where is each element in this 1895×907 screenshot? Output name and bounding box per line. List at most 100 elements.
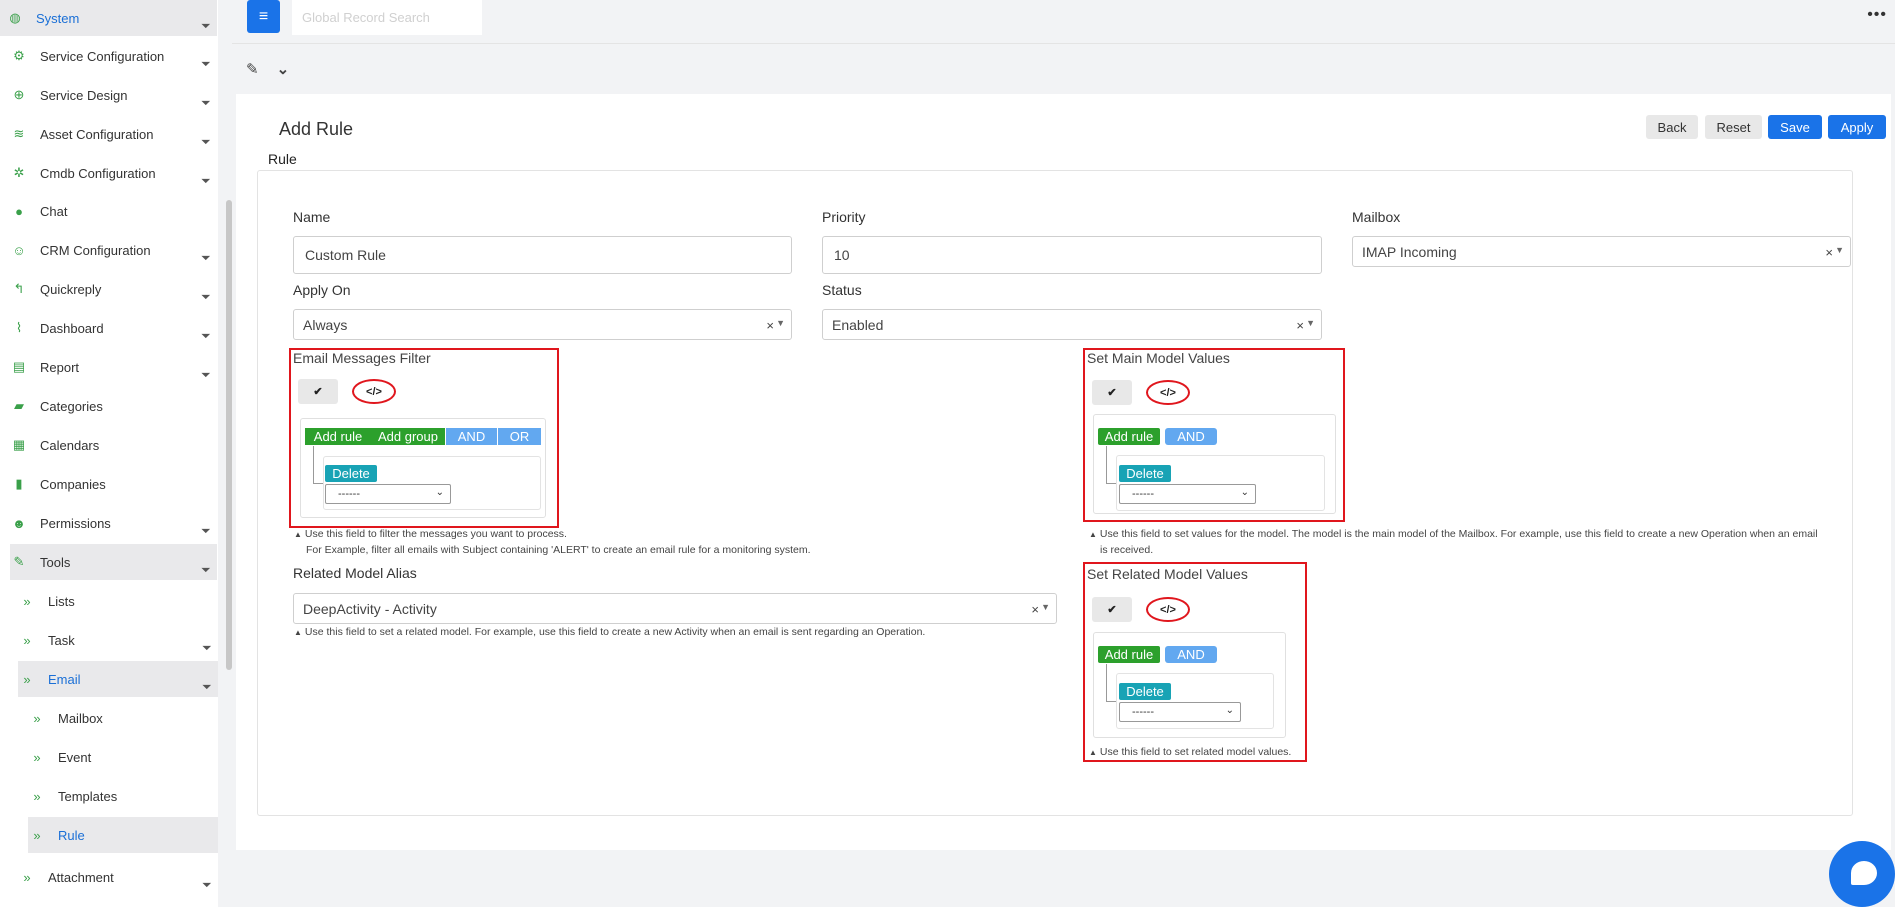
field-select[interactable]: ------ ⌄ <box>325 484 451 504</box>
top-bar: ≡ ••• <box>232 0 1895 44</box>
angle-double-right-icon: » <box>23 593 31 609</box>
code-view-button[interactable]: </> <box>352 379 396 404</box>
expand-triangle-icon: ◢ <box>200 18 212 29</box>
chevron-down-icon: ⌄ <box>1225 705 1234 716</box>
global-search-input[interactable] <box>292 0 482 35</box>
more-options-icon[interactable]: ••• <box>1867 6 1887 24</box>
sidebar-item-label: Email <box>48 671 81 687</box>
clear-icon[interactable]: × <box>1296 318 1304 333</box>
angle-double-right-icon: » <box>33 749 41 765</box>
sidebar-item-email[interactable]: » Email ◢ <box>18 661 218 697</box>
delete-rule-button[interactable]: Delete <box>1119 683 1171 700</box>
expand-triangle-icon: ◢ <box>200 289 212 300</box>
field-select-value: ------ <box>1132 488 1154 500</box>
clear-icon[interactable]: × <box>766 318 774 333</box>
status-select[interactable]: Enabled × ▼ <box>822 309 1322 340</box>
menu-toggle-button[interactable]: ≡ <box>247 0 280 33</box>
sidebar-item-attachment[interactable]: » Attachment ◢ <box>18 859 218 895</box>
reply-icon: ↰ <box>13 281 25 296</box>
sidebar-item-asset-configuration[interactable]: ≋ Asset Configuration ◢ <box>10 116 217 152</box>
sidebar-item-report[interactable]: ▤ Report ◢ <box>10 349 217 385</box>
angle-double-right-icon: » <box>33 788 41 804</box>
check-double-icon: ✔ <box>1107 604 1117 616</box>
chevron-down-icon[interactable]: ⌄ <box>277 60 290 78</box>
hint-icon: ▲ <box>1089 748 1097 757</box>
sidebar-item-system[interactable]: ◍ System ◢ <box>0 0 217 36</box>
save-button[interactable]: Save <box>1768 115 1822 139</box>
add-rule-button[interactable]: Add rule <box>1098 428 1160 445</box>
code-view-button[interactable]: </> <box>1146 380 1190 405</box>
caret-down-icon[interactable]: ▼ <box>1041 602 1050 612</box>
and-toggle[interactable]: AND <box>446 428 497 445</box>
sidebar-item-mailbox[interactable]: » Mailbox <box>28 700 218 736</box>
sidebar-item-tools[interactable]: ✎ Tools ◢ <box>10 544 217 580</box>
sidebar-item-service-configuration[interactable]: ⚙ Service Configuration ◢ <box>10 38 217 74</box>
sidebar-item-label: Dashboard <box>40 320 104 336</box>
sidebar-item-permissions[interactable]: ☻ Permissions ◢ <box>10 505 217 541</box>
sidebar-item-companies[interactable]: ▮ Companies <box>10 466 217 502</box>
caret-down-icon[interactable]: ▼ <box>776 318 785 328</box>
hint-text: Use this field to filter the messages yo… <box>304 528 567 540</box>
expand-triangle-icon: ◢ <box>201 640 213 651</box>
sidebar-item-dashboard[interactable]: ⌇ Dashboard ◢ <box>10 310 217 346</box>
caret-down-icon[interactable]: ▼ <box>1306 318 1315 328</box>
name-input[interactable] <box>293 236 792 274</box>
expand-triangle-icon: ◢ <box>200 328 212 339</box>
validate-button[interactable]: ✔ <box>1092 380 1132 405</box>
reset-button[interactable]: Reset <box>1705 115 1762 139</box>
sidebar-item-label: Report <box>40 359 80 375</box>
priority-input[interactable] <box>822 236 1322 274</box>
validate-button[interactable]: ✔ <box>1092 597 1132 622</box>
sidebar-item-calendars[interactable]: ▦ Calendars <box>10 427 217 463</box>
add-rule-button[interactable]: Add rule <box>305 428 371 445</box>
caret-down-icon[interactable]: ▼ <box>1835 245 1844 255</box>
chat-launcher-button[interactable] <box>1829 841 1895 907</box>
delete-rule-button[interactable]: Delete <box>325 465 377 482</box>
sidebar-item-crm-configuration[interactable]: ☺ CRM Configuration ◢ <box>10 232 217 268</box>
or-toggle[interactable]: OR <box>498 428 541 445</box>
sidebar-scrollbar[interactable] <box>226 200 232 670</box>
and-toggle[interactable]: AND <box>1165 646 1217 663</box>
hint-icon: ▲ <box>1089 530 1097 539</box>
sidebar-item-chat[interactable]: ● Chat <box>10 193 217 229</box>
sidebar-item-quickreply[interactable]: ↰ Quickreply ◢ <box>10 271 217 307</box>
related-alias-select[interactable]: DeepActivity - Activity × ▼ <box>293 593 1057 624</box>
field-select[interactable]: ------ ⌄ <box>1119 484 1256 504</box>
apply-button[interactable]: Apply <box>1828 115 1886 139</box>
hamburger-icon: ≡ <box>258 7 269 25</box>
sidebar-item-lists[interactable]: » Lists <box>18 583 218 619</box>
sidebar-item-cmdb-configuration[interactable]: ✲ Cmdb Configuration ◢ <box>10 155 217 191</box>
and-toggle[interactable]: AND <box>1165 428 1217 445</box>
cogs-icon: ⚙ <box>13 48 25 63</box>
clear-icon[interactable]: × <box>1825 245 1833 260</box>
sidebar-item-event[interactable]: » Event <box>28 739 218 775</box>
sidebar-item-label: CRM Configuration <box>40 242 151 258</box>
sidebar-item-label: Task <box>48 632 75 648</box>
back-button[interactable]: Back <box>1646 115 1698 139</box>
sidebar-item-templates[interactable]: » Templates <box>28 778 218 814</box>
validate-button[interactable]: ✔ <box>298 379 338 404</box>
edit-icon[interactable]: ✎ <box>246 60 259 78</box>
field-select[interactable]: ------ ⌄ <box>1119 702 1241 722</box>
main-values-title: Set Main Model Values <box>1087 350 1230 366</box>
add-rule-button[interactable]: Add rule <box>1098 646 1160 663</box>
hint-text: Use this field to set values for the mod… <box>1099 528 1818 540</box>
sidebar-item-categories[interactable]: ▰ Categories <box>10 388 217 424</box>
sidebar-item-rule[interactable]: » Rule <box>28 817 218 853</box>
clear-icon[interactable]: × <box>1031 602 1039 617</box>
related-values-hint: ▲ Use this field to set related model val… <box>1089 744 1291 761</box>
apply-on-select[interactable]: Always × ▼ <box>293 309 792 340</box>
folder-open-icon: ▰ <box>14 398 24 413</box>
sidebar-item-label: Categories <box>40 398 103 414</box>
sidebar-item-label: Rule <box>58 827 85 843</box>
code-view-button[interactable]: </> <box>1146 597 1190 622</box>
delete-rule-button[interactable]: Delete <box>1119 465 1171 482</box>
field-select-value: ------ <box>1132 706 1154 718</box>
main-values-hint: ▲ Use this field to set values for the mo… <box>1089 526 1818 543</box>
wifi-icon: ≋ <box>13 126 25 141</box>
mailbox-select[interactable]: IMAP Incoming × ▼ <box>1352 236 1851 267</box>
sidebar-item-task[interactable]: » Task ◢ <box>18 622 218 658</box>
code-icon: </> <box>366 385 382 398</box>
sidebar-item-service-design[interactable]: ⊕ Service Design ◢ <box>10 77 217 113</box>
add-group-button[interactable]: Add group <box>371 428 445 445</box>
